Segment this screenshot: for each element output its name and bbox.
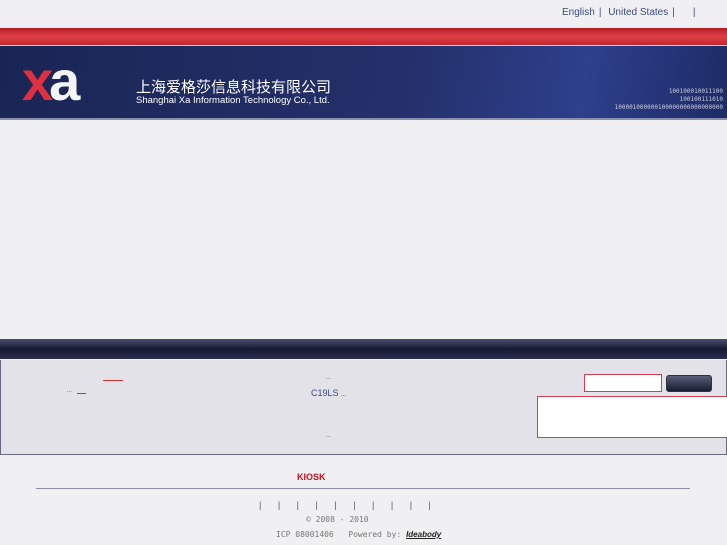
top-links: English | United States | | xyxy=(562,7,696,18)
country-link[interactable]: United States xyxy=(608,7,668,18)
ellipsis: ... xyxy=(326,433,332,439)
info-box xyxy=(537,396,727,438)
divider xyxy=(36,488,690,489)
company-name-cn: 上海爱格莎信息科技有限公司 xyxy=(136,79,332,96)
ideabody-link[interactable]: Ideabody xyxy=(406,530,441,539)
search-input[interactable] xyxy=(584,374,662,392)
copyright: © 2008 - 2010 xyxy=(306,515,369,524)
ellipsis: ... xyxy=(326,375,332,381)
binary-decoration: 100100010011100 100100111010 1000010000001… xyxy=(614,88,723,111)
header-banner: xa 上海爱格莎信息科技有限公司 Shanghai Xa Information… xyxy=(0,46,727,120)
red-bar xyxy=(0,28,727,46)
english-link[interactable]: English xyxy=(562,7,595,18)
link-underline[interactable] xyxy=(103,380,123,381)
product-link[interactable]: C19LS ... xyxy=(311,388,346,398)
nav-bar xyxy=(0,339,727,359)
icp-line: ICP 08001406 Powered by: Ideabody xyxy=(276,530,442,539)
kiosk-link[interactable]: KIOSK xyxy=(297,472,326,482)
logo[interactable]: xa xyxy=(22,53,80,109)
search-button[interactable] xyxy=(666,375,712,392)
company-name-en: Shanghai Xa Information Technology Co., … xyxy=(136,95,330,106)
ellipsis: ... xyxy=(67,388,73,394)
link-underline[interactable] xyxy=(77,393,86,394)
footer-links: | | | | | | | | | | xyxy=(259,500,431,510)
